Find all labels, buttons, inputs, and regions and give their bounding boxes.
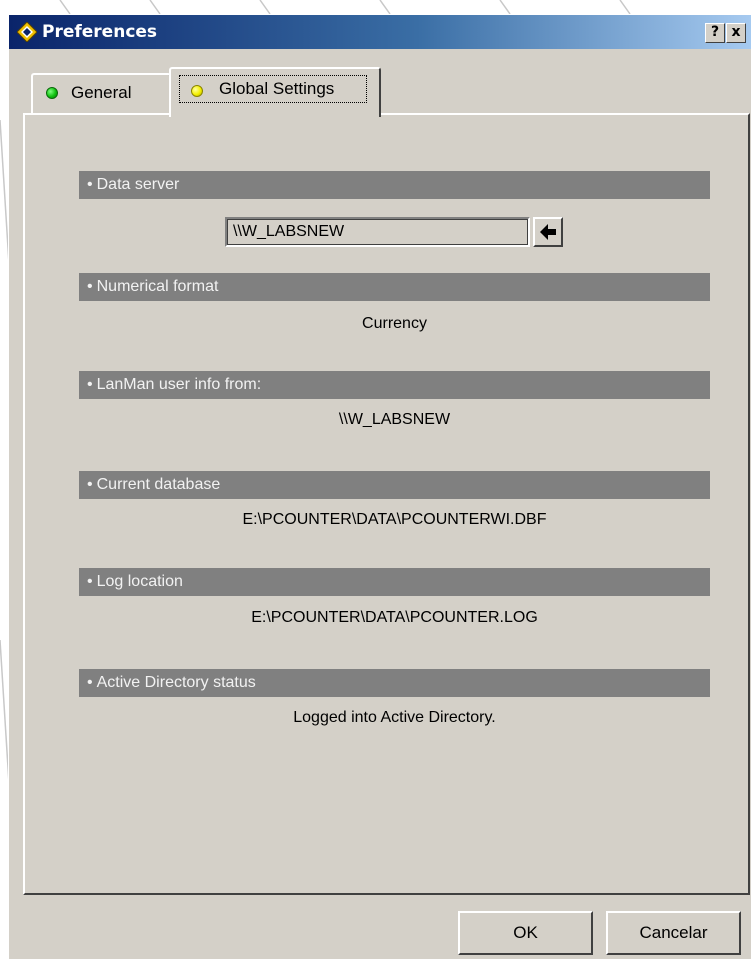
active-directory-header: • Active Directory status [79,669,710,697]
browse-server-button[interactable] [533,217,563,247]
ok-button[interactable]: OK [458,911,593,955]
current-database-header: • Current database [79,471,710,499]
global-settings-panel: • Data server \\W_LABSNEW • Numerical form… [23,113,750,895]
cancel-button[interactable]: Cancelar [606,911,741,955]
numerical-format-value: Currency [362,315,427,332]
tab-global-settings-label: Global Settings [219,79,335,98]
current-database-value: E:\PCOUNTER\DATA\PCOUNTERWI.DBF [242,511,547,528]
bullet-icon: • [87,376,93,393]
log-location-header: • Log location [79,568,710,596]
data-server-header: • Data server [79,171,710,199]
active-directory-header-label: Active Directory status [96,674,256,691]
lanman-header-label: LanMan user info from: [96,376,262,393]
help-button[interactable]: ? [705,23,725,43]
title-bar[interactable]: Preferences ? x [9,15,751,49]
data-server-header-label: Data server [96,176,180,193]
bullet-icon: • [87,176,93,193]
lanman-value: \\W_LABSNEW [338,411,451,428]
numerical-format-header: • Numerical format [79,273,710,301]
tab-general-label: General [71,83,132,102]
data-server-field[interactable]: \\W_LABSNEW [225,217,530,247]
green-status-icon [46,87,58,99]
yellow-status-icon [191,85,203,97]
numerical-format-header-label: Numerical format [96,278,219,295]
lanman-header: • LanMan user info from: [79,371,710,399]
close-button[interactable]: x [726,23,746,43]
bullet-icon: • [87,476,93,493]
log-location-header-label: Log location [96,573,183,590]
current-database-header-label: Current database [96,476,221,493]
active-directory-value: Logged into Active Directory. [293,709,496,726]
tab-general[interactable]: General [31,73,171,115]
bullet-icon: • [87,674,93,691]
preferences-dialog: Preferences ? x General Global Settings … [8,14,751,959]
app-diamond-icon [17,22,37,42]
window-title: Preferences [42,22,158,42]
page: Preferences ? x General Global Settings … [0,0,751,959]
bullet-icon: • [87,573,93,590]
arrow-left-icon [540,224,556,240]
log-location-value: E:\PCOUNTER\DATA\PCOUNTER.LOG [251,609,538,626]
bullet-icon: • [87,278,93,295]
tab-global-settings[interactable]: Global Settings [169,67,381,117]
